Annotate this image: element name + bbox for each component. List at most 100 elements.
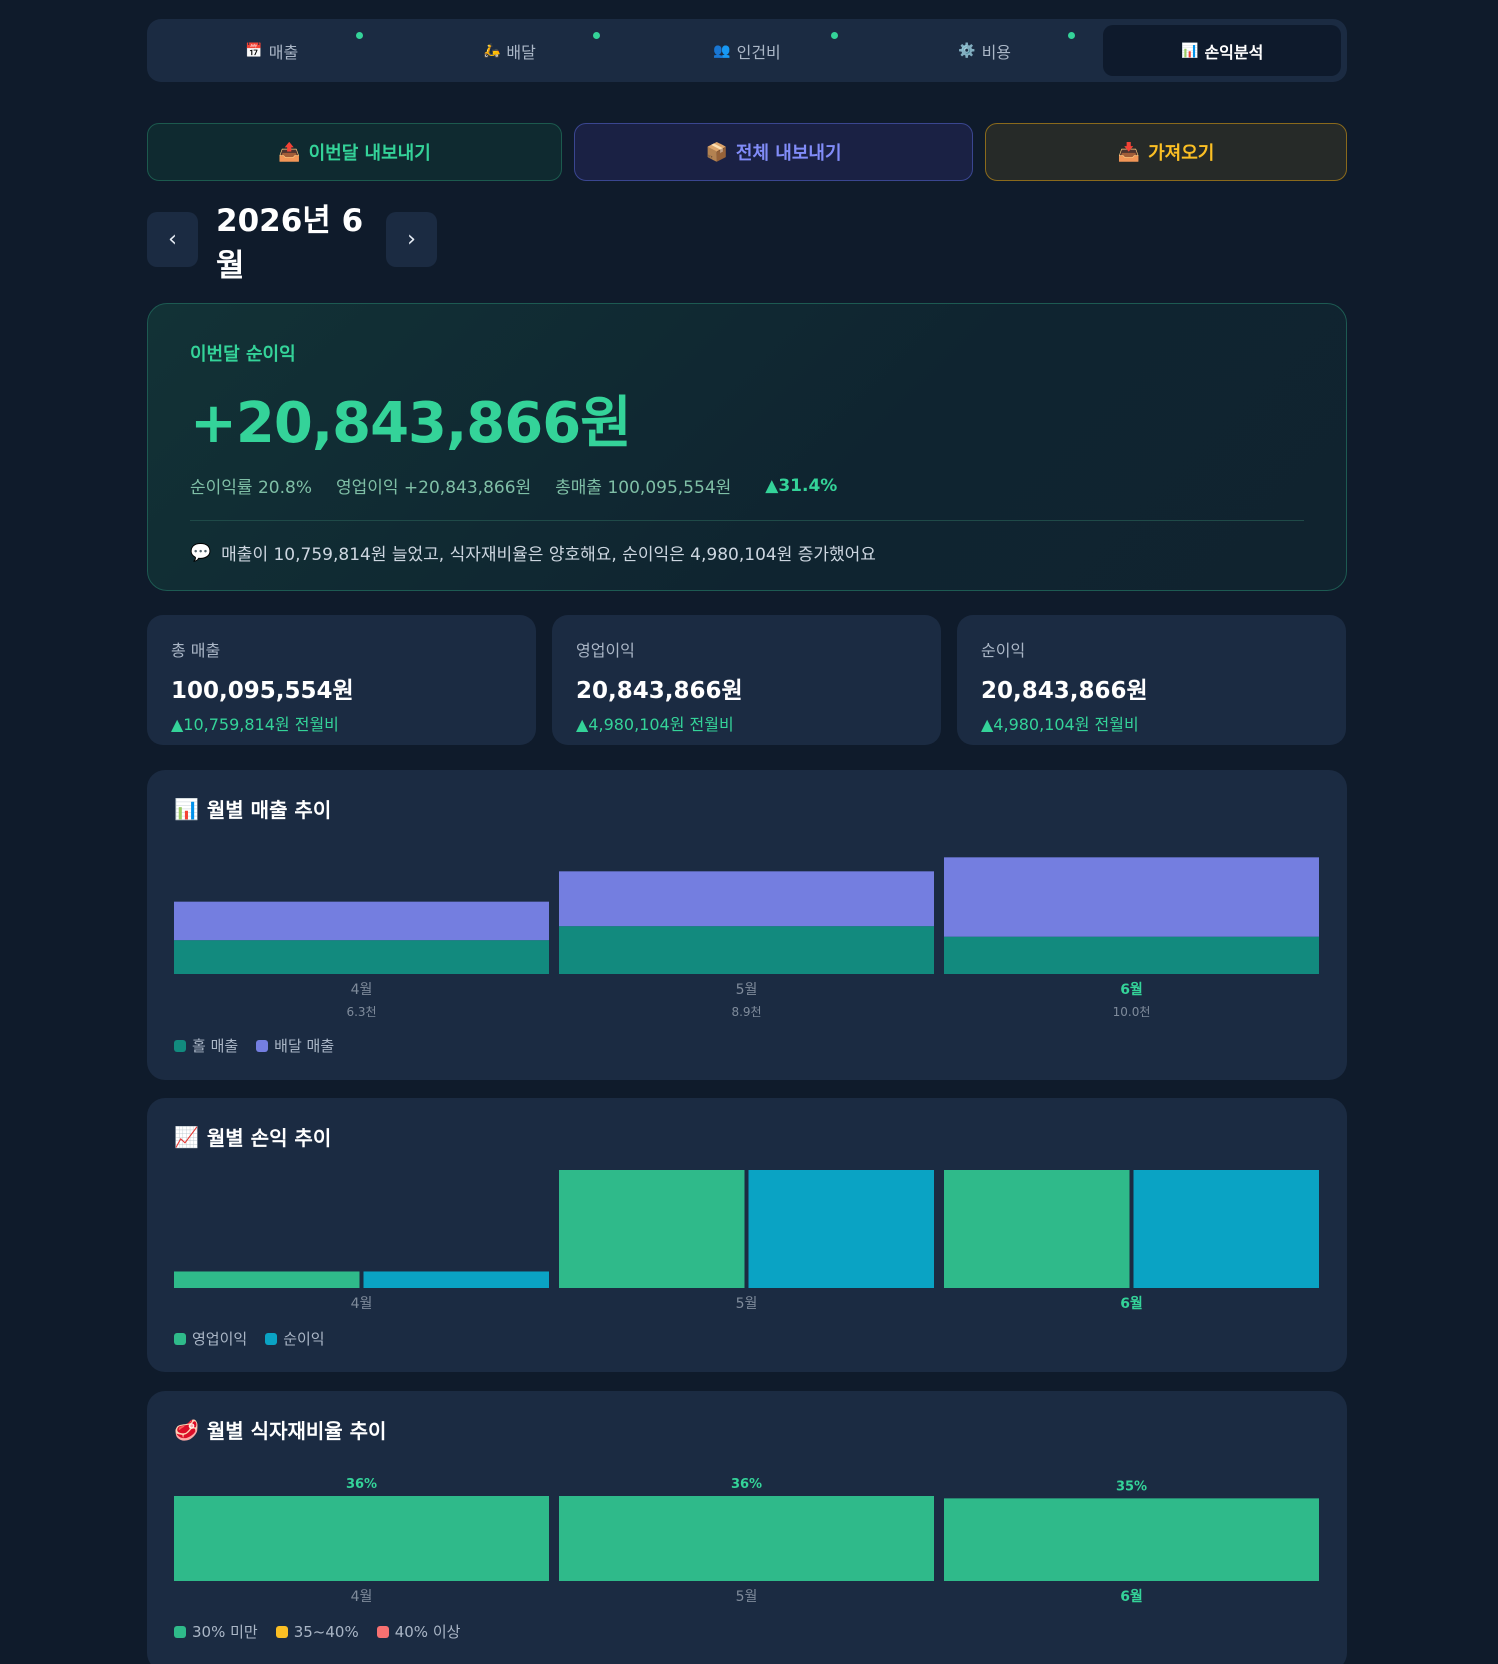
bar-total-label: 10.0천 xyxy=(1113,1004,1151,1019)
package-icon: 📦 xyxy=(705,141,728,163)
legend-swatch-delivery xyxy=(256,1039,269,1052)
operating-profit: 영업이익 +20,843,866원 xyxy=(335,478,532,498)
chart-title: 📊 월별 매출 추이 xyxy=(174,794,1320,823)
scooter-icon: 🛵 xyxy=(482,42,501,59)
hall-sales-bar xyxy=(174,940,549,974)
tab-delivery[interactable]: 🛵 배달 xyxy=(391,25,629,76)
comment-text: 매출이 10,759,814원 늘었고, 식자재비율은 양호해요, 순이익은 4… xyxy=(221,545,876,565)
monthly-food-cost-card: 🥩 월별 식자재비율 추이 36% 4월 36% 5월 35% 6월 30% 미만 35~… xyxy=(147,1391,1347,1664)
prev-month-button[interactable]: ‹ xyxy=(147,212,198,267)
legend-swatch-hall xyxy=(174,1039,186,1052)
hero-net-profit: +20,843,866원 xyxy=(190,391,632,456)
status-dot xyxy=(355,32,363,39)
legend-label: 35~40% xyxy=(293,1622,359,1641)
x-tick-label: 4월 xyxy=(351,982,373,998)
legend-swatch-over40 xyxy=(376,1625,389,1638)
operating-profit-bar xyxy=(174,1271,360,1288)
delivery-sales-bar xyxy=(559,871,934,927)
hero-meta: 순이익률 20.8% 영업이익 +20,843,866원 총매출 100,095… xyxy=(190,473,1304,499)
chart-title-text: 월별 매출 추이 xyxy=(206,798,332,822)
gear-icon: ⚙️ xyxy=(958,42,976,59)
button-label: 가져오기 xyxy=(1148,143,1215,164)
x-tick-label: 5월 xyxy=(736,982,758,998)
tab-label: 매출 xyxy=(268,42,299,62)
x-tick-label: 4월 xyxy=(351,1296,373,1312)
legend-swatch-under30 xyxy=(174,1625,186,1638)
meat-icon: 🥩 xyxy=(174,1417,199,1442)
tab-label: 인건비 xyxy=(736,42,781,62)
bar-chart-icon: 📊 xyxy=(174,796,199,821)
delivery-sales-bar xyxy=(944,857,1319,937)
next-month-button[interactable]: › xyxy=(386,212,437,267)
stat-delta: ▲4,980,104원 전월비 xyxy=(576,715,734,734)
legend-swatch-mid xyxy=(275,1625,288,1638)
delivery-sales-bar xyxy=(174,901,549,941)
operating-profit-bar xyxy=(559,1170,745,1288)
line-chart-icon: 📈 xyxy=(174,1124,199,1149)
bar-value-label: 36% xyxy=(346,1477,377,1492)
divider xyxy=(190,520,1304,521)
export-all-button[interactable]: 📦 전체 내보내기 xyxy=(574,123,973,181)
monthly-sales-card: 📊 월별 매출 추이 4월 6.3천 5월 8.9천 6월 10.0천 홀 매출 배달 매… xyxy=(147,770,1347,1080)
status-dot xyxy=(1068,32,1076,39)
legend-item: 40% 이상 xyxy=(376,1621,460,1642)
tab-labor[interactable]: 👥 인건비 xyxy=(628,25,866,76)
outbox-icon: 📤 xyxy=(278,141,301,163)
legend-item: 홀 매출 xyxy=(174,1035,238,1056)
tab-label: 손익분석 xyxy=(1204,42,1264,62)
net-profit-bar xyxy=(1133,1170,1319,1288)
legend-label: 영업이익 xyxy=(192,1330,248,1348)
tab-label: 배달 xyxy=(506,42,536,62)
bar-chart-icon: 📊 xyxy=(1181,42,1199,59)
stat-cards: 총 매출 100,095,554원 ▲10,759,814원 전월비 영업이익 … xyxy=(147,615,1347,745)
x-tick-label: 5월 xyxy=(736,1589,758,1605)
chart-title-text: 월별 식자재비율 추이 xyxy=(206,1419,387,1443)
stat-title: 순이익 xyxy=(981,641,1026,660)
stat-card-operating: 영업이익 20,843,866원 ▲4,980,104원 전월비 xyxy=(552,615,941,745)
legend-item: 순이익 xyxy=(265,1328,325,1349)
chart-title-text: 월별 손익 추이 xyxy=(206,1126,332,1150)
net-profit-bar xyxy=(363,1271,549,1288)
status-dot xyxy=(593,32,601,39)
stat-delta: ▲4,980,104원 전월비 xyxy=(981,715,1139,734)
legend-swatch-net xyxy=(265,1332,278,1345)
total-revenue: 총매출 100,095,554원 xyxy=(555,478,732,498)
food-cost-bar xyxy=(174,1496,549,1581)
tab-profit-analysis[interactable]: 📊 손익분석 xyxy=(1103,25,1341,76)
change-badge: ▲31.4% xyxy=(765,475,838,496)
stat-value: 20,843,866원 xyxy=(576,678,743,704)
stat-card-net: 순이익 20,843,866원 ▲4,980,104원 전월비 xyxy=(957,615,1346,745)
x-tick-label: 6월 xyxy=(1120,981,1143,998)
legend-item: 배달 매출 xyxy=(256,1035,334,1056)
stat-value: 100,095,554원 xyxy=(171,678,354,704)
tab-label: 비용 xyxy=(981,42,1012,62)
chart-legend: 홀 매출 배달 매출 xyxy=(174,1035,334,1056)
monthly-sales-chart: 4월 6.3천 5월 8.9천 6월 10.0천 xyxy=(174,857,1319,1019)
stat-value: 20,843,866원 xyxy=(981,678,1148,704)
operating-profit-bar xyxy=(944,1170,1130,1288)
hero-comment: 💬 매출이 10,759,814원 늘었고, 식자재비율은 양호해요, 순이익은… xyxy=(190,540,1304,566)
legend-item: 30% 미만 xyxy=(174,1621,258,1642)
stat-title: 영업이익 xyxy=(576,641,635,660)
hero-label: 이번달 순이익 xyxy=(190,344,296,365)
button-label: 전체 내보내기 xyxy=(735,143,842,164)
tab-expenses[interactable]: ⚙️ 비용 xyxy=(866,25,1104,76)
bar-value-label: 36% xyxy=(731,1477,762,1492)
net-profit-bar xyxy=(748,1170,934,1288)
monthly-food-cost-chart: 36% 4월 36% 5월 35% 6월 xyxy=(174,1477,1319,1605)
month-navigator: ‹ 2026년 6월 › xyxy=(147,203,1347,284)
chart-title: 🥩 월별 식자재비율 추이 xyxy=(174,1415,1320,1444)
profit-margin: 순이익률 20.8% xyxy=(190,478,312,498)
x-tick-label: 4월 xyxy=(351,1589,373,1605)
legend-item: 35~40% xyxy=(275,1621,359,1642)
bar-total-label: 8.9천 xyxy=(731,1004,761,1019)
current-month: 2026년 6월 xyxy=(216,202,364,284)
export-month-button[interactable]: 📤 이번달 내보내기 xyxy=(147,123,562,181)
bar-total-label: 6.3천 xyxy=(346,1004,376,1019)
food-cost-bar xyxy=(944,1498,1319,1581)
legend-label: 배달 매출 xyxy=(274,1037,335,1055)
app-root: 📅 매출 🛵 배달 👥 인건비 ⚙️ 비용 📊 손익분석 📤 이번달 내보내기 xyxy=(147,19,1347,1664)
import-button[interactable]: 📥 가져오기 xyxy=(985,123,1347,181)
tab-sales[interactable]: 📅 매출 xyxy=(153,25,391,76)
legend-label: 순이익 xyxy=(283,1330,325,1348)
